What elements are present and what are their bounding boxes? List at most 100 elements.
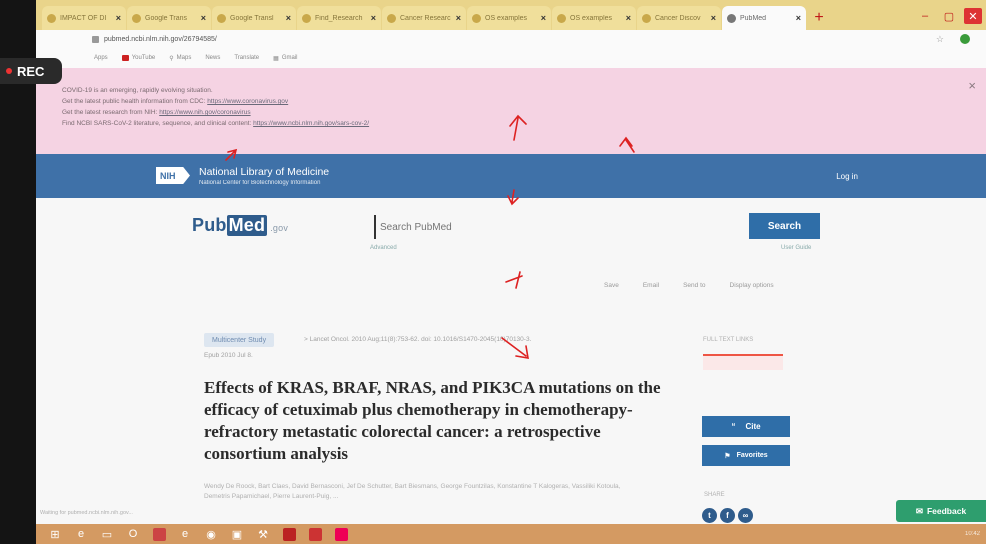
tab-label: PubMed [740,14,767,22]
star-icon[interactable]: ☆ [936,34,944,45]
address-bar[interactable]: pubmed.ncbi.nlm.nih.gov/26794585/ ☆ [36,30,986,48]
nlm-title[interactable]: National Library of Medicine [199,166,329,178]
annotation-arrow [505,271,523,289]
close-alert-icon[interactable]: × [968,79,976,92]
browser-tab[interactable]: Cancer Discov × [637,6,721,30]
close-tab-icon[interactable]: × [201,13,206,23]
browser-tab-active[interactable]: PubMed × [722,6,806,30]
cdc-link[interactable]: https://www.coronavirus.gov [207,98,288,105]
tab-label: OS examples [570,14,613,22]
bookmark-icon: ⚑ [724,452,731,460]
edge-icon[interactable]: e [174,526,196,542]
display-options-button[interactable]: Display options [730,282,774,289]
profile-avatar[interactable] [960,34,970,44]
browser-screen: IMPACT OF DI × Google Trans × Google Trans… [36,0,986,524]
browser-tab[interactable]: Find_Research × [297,6,381,30]
bookmark-item[interactable]: ⚲ Maps [169,55,191,62]
window-close-icon[interactable]: ✕ [964,8,982,24]
alert-line: COVID-19 is an emerging, rapidly evolvin… [62,87,213,94]
app2-icon[interactable] [330,526,352,542]
app-icon[interactable] [148,526,170,542]
ncbi-subtitle: National Center for Biotechnology Inform… [199,180,321,186]
alert-line: Get the latest research from NIH: https:… [62,107,986,118]
alert-line: Find NCBI SARS-CoV-2 literature, sequenc… [62,118,986,129]
advanced-search-link[interactable]: Advanced [370,245,397,251]
tab-label: Cancer Researc [400,14,451,22]
close-tab-icon[interactable]: × [371,13,376,23]
tab-strip: IMPACT OF DI × Google Trans × Google Trans… [36,0,986,30]
maximize-icon[interactable]: ▢ [940,8,958,24]
bookmark-item[interactable]: Apps [94,55,108,61]
quote-icon: “ [731,422,736,431]
folder-icon[interactable]: ▭ [96,526,118,542]
bookmark-item[interactable]: ▦ Gmail [273,55,297,62]
publication-type-badge: Multicenter Study [204,333,275,347]
send-to-button[interactable]: Send to [683,282,705,289]
save-button[interactable]: Save [604,282,619,289]
close-tab-icon[interactable]: × [626,13,631,23]
cite-button[interactable]: “ Cite [702,416,790,437]
tab-label: Find_Research [315,14,363,22]
minimize-icon[interactable]: – [916,8,934,24]
tab-label: IMPACT OF DI [60,14,107,22]
facebook-icon[interactable]: f [720,508,735,523]
bookmark-label: News [205,55,221,61]
pubmed-logo[interactable]: Pub Med .gov [192,215,288,236]
feedback-button[interactable]: ✉ Feedback [896,500,986,522]
tab-favicon-icon [727,13,736,23]
tab-favicon-icon [387,13,396,23]
tab-label: Google Transl [230,14,274,22]
email-button[interactable]: Email [643,282,659,289]
url-text[interactable]: pubmed.ncbi.nlm.nih.gov/26794585/ [104,36,217,43]
search-input[interactable] [374,215,744,239]
bookmark-label: YouTube [131,55,156,61]
opera-icon[interactable]: O [122,526,144,542]
close-tab-icon[interactable]: × [116,13,121,23]
close-tab-icon[interactable]: × [286,13,291,23]
filezilla-icon[interactable] [278,526,300,542]
close-tab-icon[interactable]: × [541,13,546,23]
monitor-icon[interactable]: ▣ [226,526,248,542]
full-text-link-image[interactable] [703,354,783,370]
close-tab-icon[interactable]: × [711,13,716,23]
ie-icon[interactable]: e [70,526,92,542]
tab-favicon-icon [642,13,651,23]
browser-tab[interactable]: IMPACT OF DI × [42,6,126,30]
bookmark-item[interactable]: News [205,55,220,61]
author-list[interactable]: Wendy De Roock, Bart Claes, David Bernas… [204,482,624,502]
map-pin-icon: ⚲ [169,55,174,62]
search-button[interactable]: Search [749,213,820,239]
new-tab-button[interactable]: + [807,6,831,30]
network-icon[interactable]: ⚒ [252,526,274,542]
twitter-icon[interactable]: t [702,508,717,523]
bookmark-item[interactable]: YouTube [121,55,156,61]
nih-link[interactable]: https://www.nih.gov/coronavirus [159,109,250,116]
chrome-icon[interactable]: ◉ [200,526,222,542]
window-controls: – ▢ ✕ [916,2,986,30]
browser-tab[interactable]: Google Trans × [127,6,211,30]
favorites-button[interactable]: ⚑ Favorites [702,445,790,466]
tab-favicon-icon [472,13,481,23]
ncbi-sars-link[interactable]: https://www.ncbi.nlm.nih.gov/sars-cov-2/ [253,120,369,127]
article-actions: Save Email Send to Display options [604,282,774,289]
browser-tab[interactable]: Cancer Researc × [382,6,466,30]
permalink-icon[interactable]: ∞ [738,508,753,523]
office-icon[interactable] [304,526,326,542]
bookmark-label: Translate [234,55,260,61]
logo-pub: Pub [192,215,227,235]
browser-tab[interactable]: OS examples × [552,6,636,30]
browser-tab[interactable]: OS examples × [467,6,551,30]
bookmark-item[interactable]: Translate [234,55,259,61]
share-icons: t f ∞ [702,508,753,523]
close-tab-icon[interactable]: × [456,13,461,23]
journal-citation[interactable]: > Lancet Oncol. 2010 Aug;11(8):753-62. d… [304,336,531,343]
close-tab-icon[interactable]: × [796,13,801,23]
tab-label: Google Trans [145,14,188,22]
nih-logo[interactable]: NIH [156,167,190,184]
user-guide-link[interactable]: User Guide [781,245,811,251]
browser-tab[interactable]: Google Transl × [212,6,296,30]
login-link[interactable]: Log in [836,172,858,181]
start-icon[interactable]: ⊞ [44,526,66,542]
tab-favicon-icon [132,13,141,23]
recording-indicator: REC [0,58,62,84]
